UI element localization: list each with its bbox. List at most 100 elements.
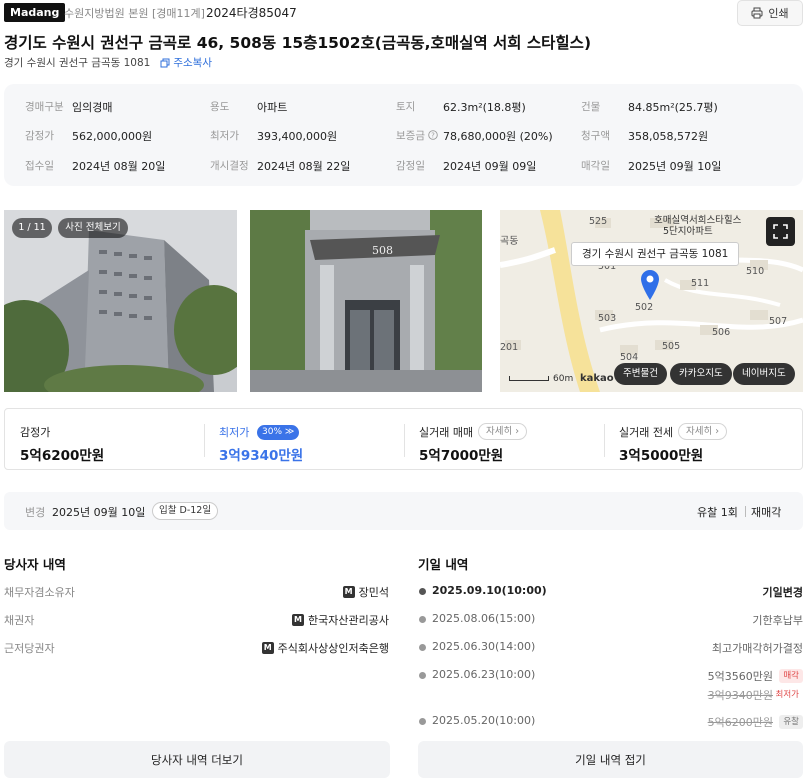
building-sign: 508: [372, 244, 393, 257]
map-area-label: 곡동: [500, 236, 519, 247]
divider: [404, 424, 405, 457]
print-label: 인쇄: [768, 7, 789, 20]
help-icon[interactable]: ?: [428, 130, 438, 140]
jeonse-detail-button[interactable]: 자세히 ›: [678, 423, 728, 440]
schedule-result: 기한후납부: [752, 614, 803, 627]
divider: [604, 424, 605, 457]
info-value: 아파트: [257, 101, 288, 114]
minimum-label: 최저가: [219, 426, 250, 439]
party-name: M 주식회사상상인저축은행: [261, 640, 389, 656]
copy-address-button[interactable]: 주소복사: [160, 55, 212, 70]
map-scale-label: 60m: [553, 374, 574, 384]
info-value: 62.3m²(18.8평): [443, 101, 526, 114]
schedule-date: 2025.09.10(10:00): [432, 584, 547, 597]
schedule-minimum: 3억9340만원: [707, 689, 773, 702]
minimum-percent: 30%: [262, 427, 283, 437]
schedule-collapse-button[interactable]: 기일 내역 접기: [418, 741, 803, 778]
appraisal-label: 감정가: [20, 426, 51, 439]
view-all-photos-button[interactable]: 사진 전체보기: [58, 218, 128, 238]
appraisal-value: 5억6200만원: [20, 448, 105, 464]
info-label: 건물: [581, 101, 601, 113]
case-number: 2024타경85047: [206, 6, 297, 20]
info-label: 접수일: [25, 160, 54, 172]
info-value: 78,680,000원 (20%): [443, 130, 553, 143]
map-expand-button[interactable]: [766, 217, 795, 246]
naver-map-button[interactable]: 네이버지도: [733, 363, 795, 385]
jeonse-label: 실거래 전세: [619, 426, 674, 439]
schedule-date: 2025.06.30(14:00): [432, 640, 536, 653]
m-badge-icon: M: [261, 642, 274, 654]
parties-more-button[interactable]: 당사자 내역 더보기: [4, 741, 390, 778]
info-value: 562,000,000원: [72, 130, 153, 143]
map-building-label: 525: [589, 216, 608, 227]
schedule-dot: [419, 718, 426, 725]
price-summary: 감정가 5억6200만원 최저가 30% ≫ 3억9340만원 실거래 매매 자…: [4, 408, 803, 470]
map-building-label: 510: [746, 266, 765, 277]
schedule-date: 2025.05.20(10:00): [432, 714, 536, 727]
status-bar: 변경 2025년 09월 10일 입찰 D-12일 유찰 1회 재매각: [4, 492, 803, 530]
sold-tag: 매각: [779, 669, 803, 683]
map-pin-icon[interactable]: [640, 269, 660, 301]
info-value: 393,400,000원: [257, 130, 338, 143]
map-building-label: 502: [635, 302, 654, 313]
change-label: 변경: [25, 506, 46, 519]
kakao-map-button[interactable]: 카카오지도: [670, 363, 732, 385]
info-label: 보증금: [396, 130, 425, 142]
copy-address-label: 주소복사: [173, 57, 212, 69]
change-date: 2025년 09월 10일: [52, 506, 146, 519]
info-label: 감정일: [396, 160, 425, 172]
info-label: 용도: [210, 101, 230, 113]
schedule-dot: [419, 644, 426, 651]
schedule-title: 기일 내역: [418, 557, 469, 572]
schedule-dot: [419, 588, 426, 595]
schedule-date: 2025.06.23(10:00): [432, 668, 536, 681]
info-value: 임의경매: [72, 101, 113, 114]
trade-value: 5억7000만원: [419, 448, 504, 464]
detail-label: 자세히: [486, 426, 513, 437]
print-button[interactable]: 인쇄: [737, 0, 803, 26]
map-scale-bar: [509, 376, 549, 381]
map-building-label: 504: [620, 352, 639, 363]
info-value: 358,058,572원: [628, 130, 709, 143]
info-value: 2025년 09월 10일: [628, 160, 722, 173]
minimum-tag: 최저가: [775, 690, 799, 700]
info-value: 2024년 08월 22일: [257, 160, 351, 173]
schedule-result: 5억6200만원: [707, 716, 773, 729]
property-photo-entrance[interactable]: 508: [250, 210, 482, 392]
property-title: 경기도 수원시 권선구 금곡로 46, 508동 15층1502호(금곡동,호매…: [4, 34, 592, 52]
schedule-result: 최고가매각허가결정: [711, 642, 803, 655]
party-name-text: 주식회사상상인저축은행: [277, 642, 389, 655]
photo-counter: 1 / 11: [12, 218, 52, 238]
address-row: 경기 수원시 권선구 금곡동 1081 주소복사: [4, 55, 212, 70]
party-name-text: 한국자산관리공사: [308, 614, 389, 627]
schedule-date: 2025.08.06(15:00): [432, 612, 536, 625]
map-building-label: 506: [712, 327, 731, 338]
divider: [204, 424, 205, 457]
map-complex-label: 5단지아파트: [663, 226, 713, 237]
info-label: 매각일: [581, 160, 610, 172]
party-role: 채권자: [4, 614, 35, 627]
dday-badge: 입찰 D-12일: [152, 502, 219, 520]
nearby-properties-button[interactable]: 주변물건: [614, 363, 667, 385]
kakao-logo: kakao: [580, 373, 614, 384]
party-role: 채무자겸소유자: [4, 586, 75, 599]
party-name: M 한국자산관리공사: [292, 612, 389, 628]
divider: [745, 506, 746, 517]
m-badge-icon: M: [292, 614, 305, 626]
info-label: 개시결정: [210, 160, 249, 172]
schedule-dot: [419, 616, 426, 623]
copy-icon: [160, 58, 170, 67]
trade-detail-button[interactable]: 자세히 ›: [478, 423, 528, 440]
info-label: 최저가: [210, 130, 239, 142]
info-label: 경매구분: [25, 101, 64, 113]
map-building-label: 505: [662, 341, 681, 352]
info-value: 84.85m²(25.7평): [628, 101, 718, 114]
party-name-text: 장민석: [358, 586, 389, 599]
svg-text:?: ?: [431, 132, 435, 140]
m-badge-icon: M: [342, 586, 355, 598]
lot-address: 경기 수원시 권선구 금곡동 1081: [4, 57, 151, 69]
info-label: 토지: [396, 101, 416, 113]
building-entrance-image: 508: [250, 210, 482, 392]
failed-tag: 유찰: [779, 715, 803, 729]
brand-logo[interactable]: Madang: [4, 3, 66, 22]
